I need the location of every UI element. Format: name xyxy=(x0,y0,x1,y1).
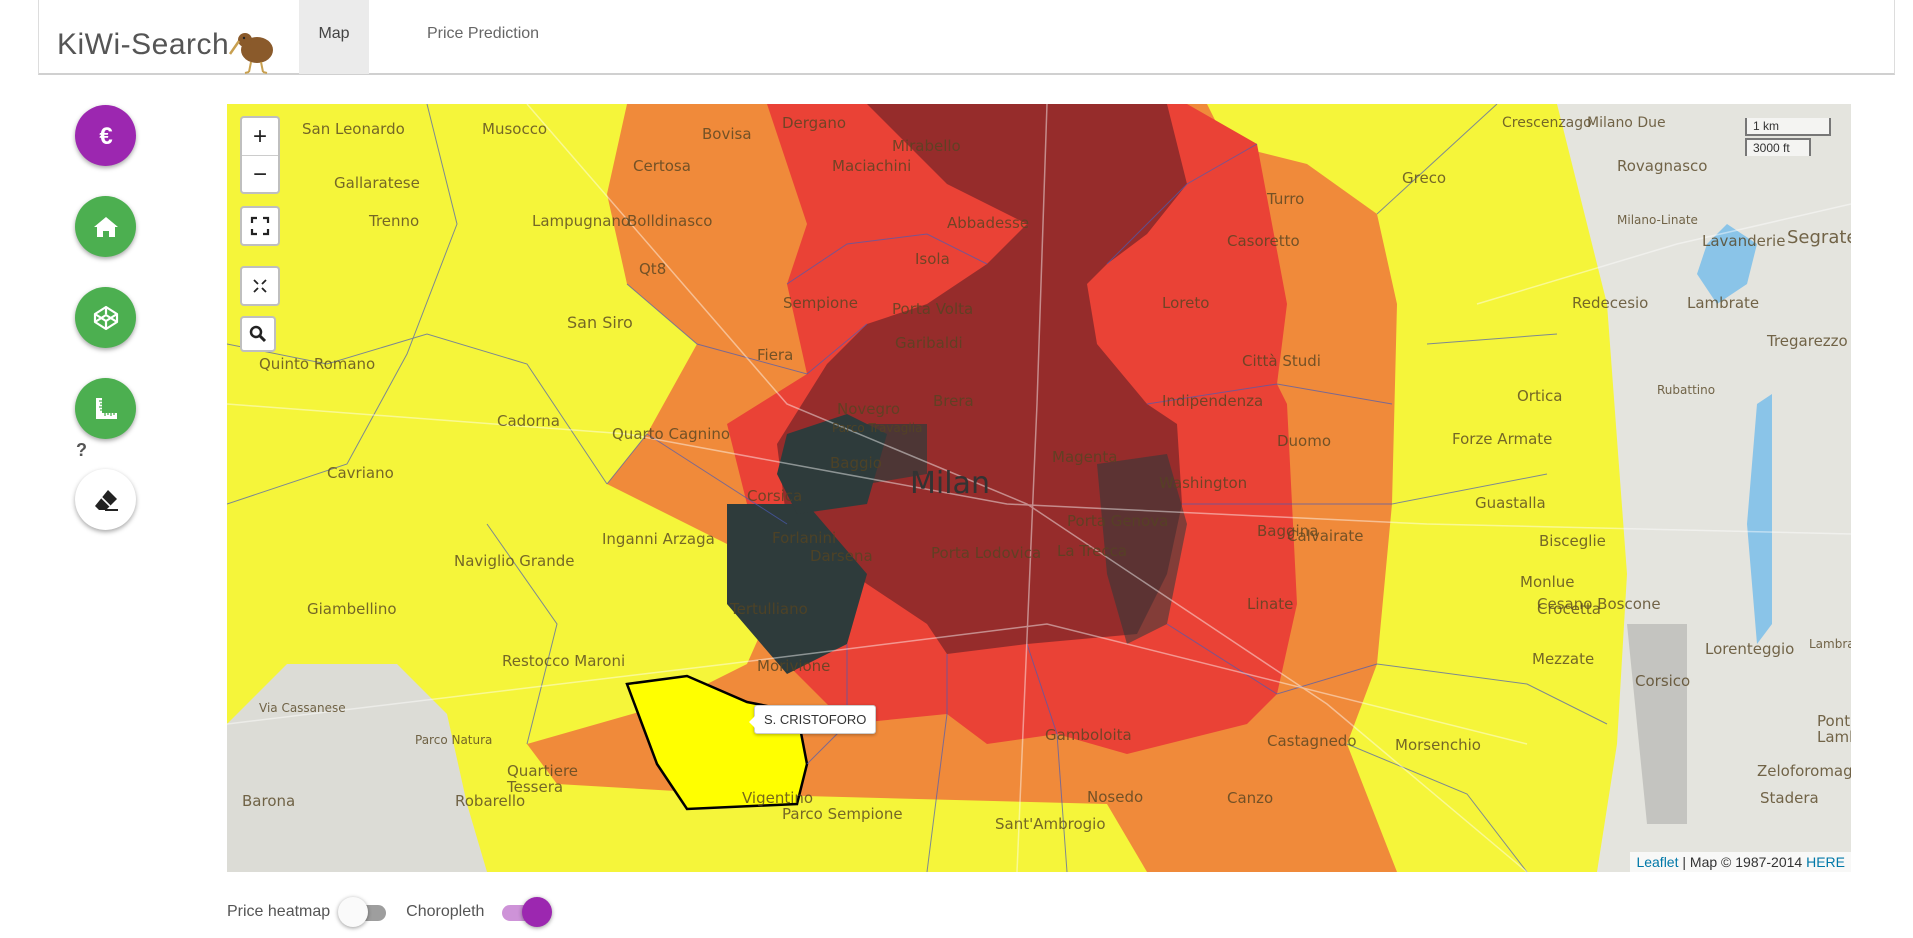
kiwi-logo xyxy=(229,33,273,74)
reset-view-button[interactable] xyxy=(240,266,280,306)
tab-price-prediction[interactable]: Price Prediction xyxy=(407,0,559,74)
collapse-icon xyxy=(253,279,267,293)
eraser-icon xyxy=(94,489,118,511)
brand-title[interactable]: KiWi-Search xyxy=(57,28,229,62)
ruler-icon xyxy=(95,397,117,419)
map-search-button[interactable] xyxy=(240,316,276,352)
tab-map[interactable]: Map xyxy=(299,0,369,74)
scale-bar: 1 km 3000 ft xyxy=(1745,118,1831,156)
eraser-button[interactable] xyxy=(75,469,136,530)
leaflet-link[interactable]: Leaflet xyxy=(1636,854,1678,870)
scale-ft: 3000 ft xyxy=(1745,138,1811,156)
map-view[interactable]: San Leonardo Musocco Dergano Bovisa Mirabell… xyxy=(227,104,1851,872)
search-icon xyxy=(249,325,267,343)
cube-icon xyxy=(93,305,118,330)
price-button[interactable]: € xyxy=(75,105,136,166)
euro-icon: € xyxy=(99,123,112,150)
here-link[interactable]: HERE xyxy=(1806,854,1845,870)
home-icon xyxy=(93,216,118,237)
fullscreen-button[interactable] xyxy=(240,206,280,246)
choropleth-map[interactable] xyxy=(227,104,1851,872)
attribution-text: | Map © 1987-2014 xyxy=(1678,854,1807,870)
home-button[interactable] xyxy=(75,196,136,257)
zoom-in-button[interactable]: + xyxy=(242,118,278,156)
map-attribution: Leaflet | Map © 1987-2014 HERE xyxy=(1630,852,1851,872)
heatmap-toggle[interactable] xyxy=(338,897,390,927)
navbar: KiWi-Search Map Price Prediction xyxy=(38,0,1895,75)
heatmap-label: Price heatmap xyxy=(227,903,331,920)
choropleth-label: Choropleth xyxy=(406,903,485,920)
help-icon[interactable]: ? xyxy=(76,440,87,461)
layer-toggles: Price heatmap Choropleth xyxy=(227,897,560,927)
zoom-control: + − xyxy=(240,116,280,194)
measure-button[interactable] xyxy=(75,378,136,439)
scale-km: 1 km xyxy=(1745,118,1831,136)
fullscreen-icon xyxy=(250,216,270,236)
zoom-out-button[interactable]: − xyxy=(242,156,278,193)
choropleth-toggle[interactable] xyxy=(498,897,553,927)
district-tooltip: S. CRISTOFORO xyxy=(748,705,877,734)
codepen-button[interactable] xyxy=(75,287,136,348)
svg-text:€: € xyxy=(99,123,112,150)
